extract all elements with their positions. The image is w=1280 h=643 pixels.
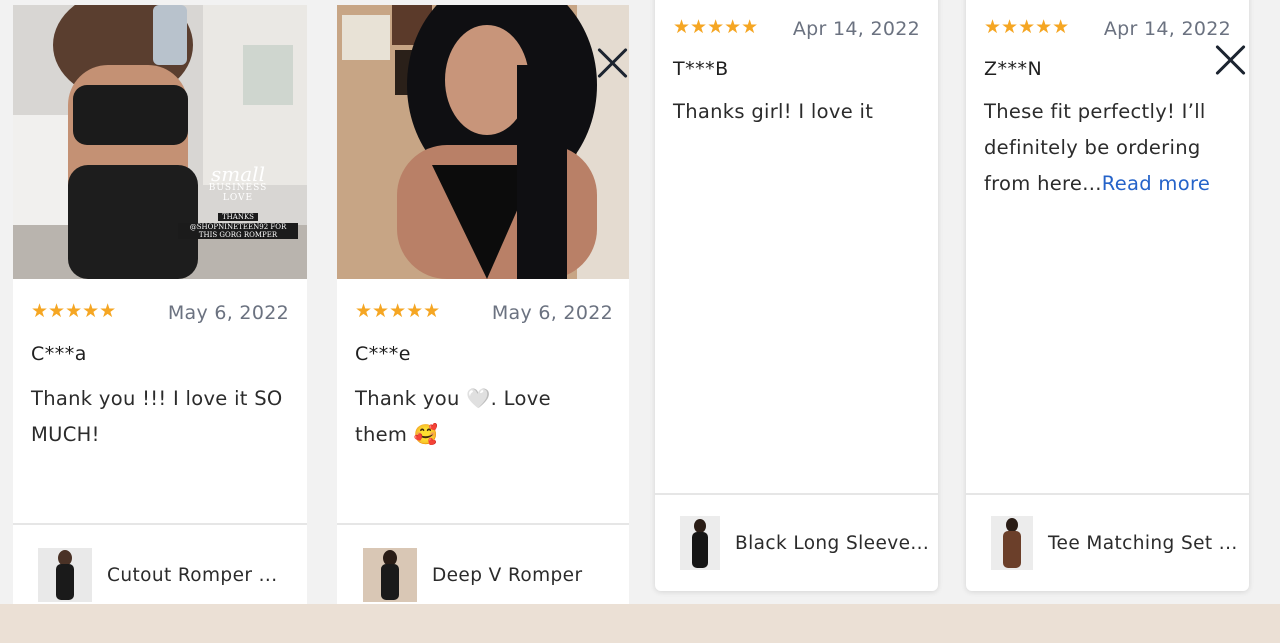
star-icon: ★★★★★ xyxy=(31,300,117,322)
product-name[interactable]: Cutout Romper ... xyxy=(107,565,278,586)
close-icon[interactable] xyxy=(595,46,629,80)
review-date: May 6, 2022 xyxy=(167,302,289,324)
page-footer-strip xyxy=(0,604,1280,643)
product-thumbnail[interactable] xyxy=(38,548,92,602)
review-date: Apr 14, 2022 xyxy=(1103,18,1231,40)
product-link[interactable]: Tee Matching Set ... xyxy=(991,516,1238,570)
review-text: These fit perfectly! I’ll definitely be … xyxy=(984,100,1211,195)
review-card[interactable]: ★★★★★ May 6, 2022 C***e Thank you 🤍. Lov… xyxy=(337,5,629,615)
review-text: Thanks girl! I love it xyxy=(673,100,874,123)
reviewer-name: T***B xyxy=(673,58,729,80)
product-link[interactable]: Deep V Romper xyxy=(363,548,582,602)
review-date: Apr 14, 2022 xyxy=(792,18,920,40)
review-card[interactable]: small BUSINESS LOVE THANKS @SHOPNINETEEN… xyxy=(13,5,307,615)
product-name[interactable]: Deep V Romper xyxy=(432,565,582,586)
star-icon: ★★★★★ xyxy=(673,16,759,38)
review-card[interactable]: ★★★★★ Apr 14, 2022 T***B Thanks girl! I … xyxy=(655,0,938,591)
photo-caption: small BUSINESS LOVE THANKS @SHOPNINETEEN… xyxy=(178,164,298,239)
product-thumbnail[interactable] xyxy=(991,516,1033,570)
review-photo[interactable]: small BUSINESS LOVE THANKS @SHOPNINETEEN… xyxy=(13,5,307,279)
close-icon[interactable] xyxy=(1213,43,1247,77)
divider xyxy=(13,523,307,525)
star-rating: ★★★★★ xyxy=(984,17,1069,37)
divider xyxy=(966,493,1249,495)
star-icon: ★★★★★ xyxy=(355,300,441,322)
reviewer-name: Z***N xyxy=(984,58,1043,80)
review-photo[interactable] xyxy=(337,5,629,279)
review-text: Thank you !!! I love it SO MUCH! xyxy=(31,387,283,446)
divider xyxy=(655,493,938,495)
reviewer-name: C***e xyxy=(355,343,411,365)
review-text: Thank you 🤍. Love them 🥰 xyxy=(355,387,551,446)
star-rating: ★★★★★ xyxy=(31,301,116,321)
star-rating: ★★★★★ xyxy=(355,301,440,321)
product-name[interactable]: Black Long Sleeve... xyxy=(735,533,929,554)
review-date: May 6, 2022 xyxy=(491,302,613,324)
product-link[interactable]: Cutout Romper ... xyxy=(38,548,278,602)
read-more-link[interactable]: Read more xyxy=(1102,172,1210,195)
star-rating: ★★★★★ xyxy=(673,17,758,37)
product-thumbnail[interactable] xyxy=(680,516,720,570)
reviewer-name: C***a xyxy=(31,343,87,365)
product-thumbnail[interactable] xyxy=(363,548,417,602)
star-icon: ★★★★★ xyxy=(984,16,1070,38)
divider xyxy=(337,523,629,525)
product-link[interactable]: Black Long Sleeve... xyxy=(680,516,929,570)
review-card[interactable]: ★★★★★ Apr 14, 2022 Z***N These fit perfe… xyxy=(966,0,1249,591)
product-name[interactable]: Tee Matching Set ... xyxy=(1048,533,1238,554)
